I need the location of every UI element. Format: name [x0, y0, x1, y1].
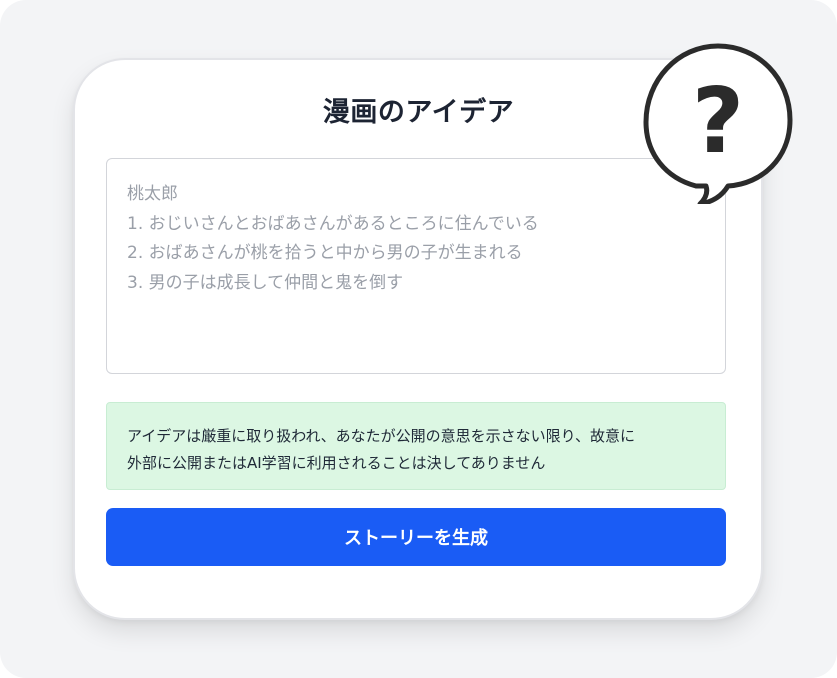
- generate-story-button[interactable]: ストーリーを生成: [106, 508, 726, 566]
- privacy-notice: アイデアは厳重に取り扱われ、あなたが公開の意思を示さない限り、故意に 外部に公開…: [106, 402, 726, 490]
- question-mark-glyph: ?: [692, 69, 744, 174]
- question-speech-bubble-icon: ?: [643, 43, 793, 204]
- idea-line-2: 2. おばあさんが桃を拾うと中から男の子が生まれる: [127, 243, 523, 263]
- idea-textarea[interactable]: 桃太郎 1. おじいさんとおばあさんがあるところに住んでいる 2. おばあさんが…: [106, 158, 726, 374]
- privacy-notice-line-1: アイデアは厳重に取り扱われ、あなたが公開の意思を示さない限り、故意に: [127, 427, 636, 445]
- idea-line-3: 3. 男の子は成長して仲間と鬼を倒す: [127, 272, 404, 293]
- idea-line-title: 桃太郎: [127, 184, 178, 204]
- privacy-notice-line-2: 外部に公開またはAI学習に利用されることは決してありません: [127, 454, 546, 472]
- idea-line-1: 1. おじいさんとおばあさんがあるところに住んでいる: [127, 213, 539, 234]
